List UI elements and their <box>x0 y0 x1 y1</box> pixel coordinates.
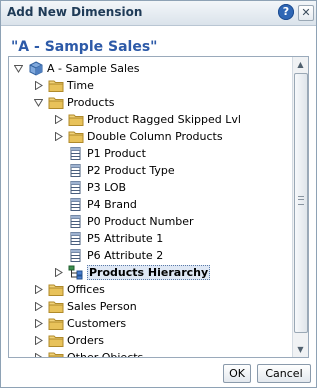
folder-icon <box>48 333 64 348</box>
tree-node-label[interactable]: P3 LOB <box>87 181 126 194</box>
tree-node[interactable]: P5 Attribute 1 <box>9 230 292 247</box>
folder-icon <box>48 95 64 110</box>
add-new-dimension-dialog: Add New Dimension ? ✕ "A - Sample Sales"… <box>0 0 317 388</box>
ok-button[interactable]: OK <box>223 364 251 383</box>
help-icon[interactable]: ? <box>278 4 294 20</box>
expand-triangle-down-icon[interactable] <box>34 98 43 107</box>
vertical-scrollbar[interactable]: ▲ ▼ <box>292 57 308 357</box>
collapse-triangle-right-icon[interactable] <box>54 132 63 141</box>
tree-node[interactable]: P4 Brand <box>9 196 292 213</box>
tree-node[interactable]: P3 LOB <box>9 179 292 196</box>
folder-icon <box>48 78 64 93</box>
tree-node-label[interactable]: P6 Attribute 2 <box>87 249 163 262</box>
collapse-triangle-right-icon[interactable] <box>34 302 43 311</box>
tree-node[interactable]: Time <box>9 77 292 94</box>
tree-rows: A - Sample Sales Time Products Product Ragg… <box>9 57 292 357</box>
column-icon <box>68 214 84 229</box>
tree-node-label[interactable]: Offices <box>67 283 105 296</box>
column-icon <box>68 163 84 178</box>
collapse-triangle-right-icon[interactable] <box>34 319 43 328</box>
column-icon <box>68 197 84 212</box>
tree-node-label[interactable]: P0 Product Number <box>87 215 194 228</box>
dialog-title: Add New Dimension <box>7 5 143 19</box>
collapse-triangle-right-icon[interactable] <box>34 81 43 90</box>
tree-node[interactable]: P2 Product Type <box>9 162 292 179</box>
tree-node-label[interactable]: Double Column Products <box>87 130 223 143</box>
close-icon[interactable]: ✕ <box>298 5 314 21</box>
scroll-down-arrow-icon[interactable]: ▼ <box>293 342 308 357</box>
tree-node-label[interactable]: P5 Attribute 1 <box>87 232 163 245</box>
folder-icon <box>68 129 84 144</box>
tree-node-label[interactable]: P4 Brand <box>87 198 137 211</box>
tree-node-label[interactable]: Orders <box>67 334 104 347</box>
folder-icon <box>68 112 84 127</box>
tree-node[interactable]: Other Objects <box>9 349 292 357</box>
folder-icon <box>48 282 64 297</box>
folder-icon <box>48 299 64 314</box>
tree-node-label[interactable]: Products Hierarchy <box>87 265 211 280</box>
tree-node-label[interactable]: Sales Person <box>67 300 137 313</box>
tree-node[interactable]: Orders <box>9 332 292 349</box>
subject-area-title: "A - Sample Sales" <box>11 39 158 55</box>
column-icon <box>68 180 84 195</box>
scrollbar-grip-icon <box>298 196 304 205</box>
tree-node[interactable]: P0 Product Number <box>9 213 292 230</box>
column-icon <box>68 146 84 161</box>
tree-node-label[interactable]: P2 Product Type <box>87 164 175 177</box>
tree-node[interactable]: P6 Attribute 2 <box>9 247 292 264</box>
cube-icon <box>28 61 44 76</box>
tree-node[interactable]: A - Sample Sales <box>9 60 292 77</box>
tree-node-label[interactable]: P1 Product <box>87 147 146 160</box>
tree-node-label[interactable]: Customers <box>67 317 126 330</box>
tree-node[interactable]: Products Hierarchy <box>9 264 292 281</box>
scroll-up-arrow-icon[interactable]: ▲ <box>293 57 308 72</box>
cancel-button[interactable]: Cancel <box>257 364 311 383</box>
tree-node[interactable]: P1 Product <box>9 145 292 162</box>
tree-node-label[interactable]: Other Objects <box>67 351 143 357</box>
tree-node[interactable]: Product Ragged Skipped Lvl <box>9 111 292 128</box>
tree-node-label[interactable]: A - Sample Sales <box>47 62 140 75</box>
dialog-titlebar: Add New Dimension ? ✕ <box>1 1 316 26</box>
collapse-triangle-right-icon[interactable] <box>34 353 43 357</box>
tree-node-label[interactable]: Product Ragged Skipped Lvl <box>87 113 241 126</box>
hierarchy-icon <box>68 265 84 280</box>
folder-icon <box>48 316 64 331</box>
tree-node[interactable]: Customers <box>9 315 292 332</box>
tree-node[interactable]: Offices <box>9 281 292 298</box>
column-icon <box>68 248 84 263</box>
tree-node[interactable]: Products <box>9 94 292 111</box>
collapse-triangle-right-icon[interactable] <box>34 336 43 345</box>
tree-node-label[interactable]: Products <box>67 96 115 109</box>
scrollbar-thumb[interactable] <box>294 73 308 333</box>
dimension-tree: A - Sample Sales Time Products Product Ragg… <box>8 56 309 358</box>
collapse-triangle-right-icon[interactable] <box>54 115 63 124</box>
tree-node[interactable]: Double Column Products <box>9 128 292 145</box>
expand-triangle-down-icon[interactable] <box>14 64 23 73</box>
collapse-triangle-right-icon[interactable] <box>54 268 63 277</box>
folder-icon <box>48 350 64 357</box>
collapse-triangle-right-icon[interactable] <box>34 285 43 294</box>
column-icon <box>68 231 84 246</box>
tree-node-label[interactable]: Time <box>67 79 94 92</box>
tree-node[interactable]: Sales Person <box>9 298 292 315</box>
